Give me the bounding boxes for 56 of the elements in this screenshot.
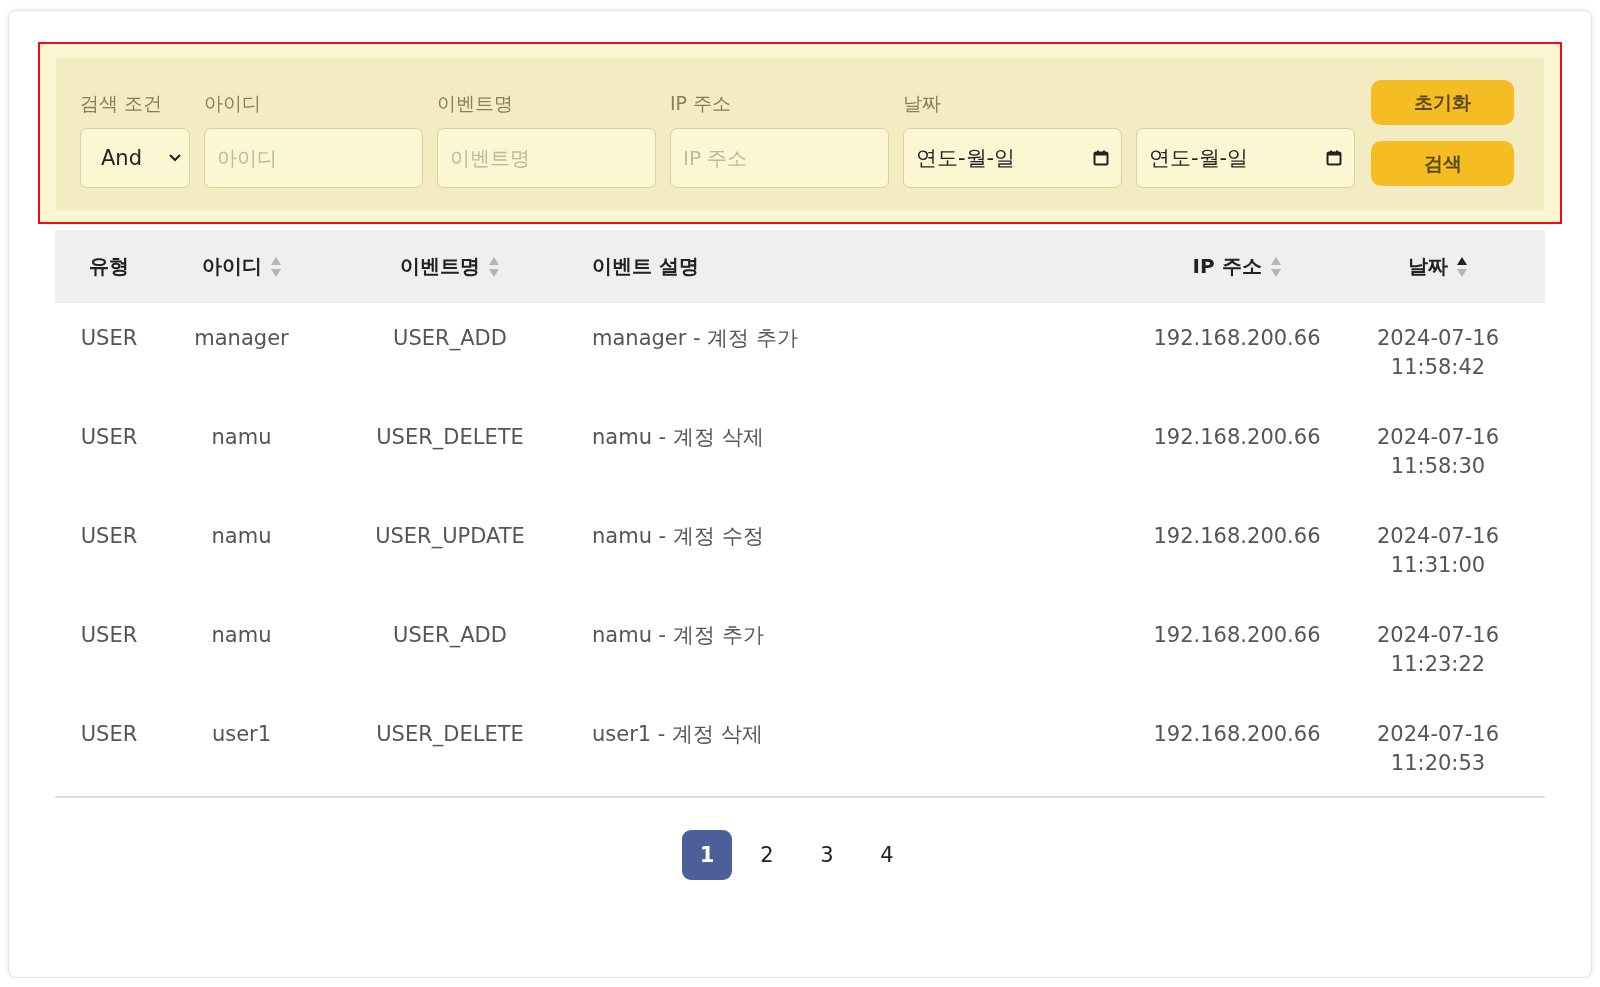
page-button[interactable]: 3 <box>802 830 852 880</box>
table-cell: namu - 계정 수정 <box>592 524 764 548</box>
table-cell: namu - 계정 삭제 <box>592 425 764 449</box>
column-header[interactable]: 아이디 <box>201 253 262 280</box>
column-header[interactable]: IP 주소 <box>1192 253 1262 280</box>
text-field[interactable]: 아이디 <box>204 128 423 188</box>
table-cell: USER <box>80 524 138 548</box>
table-cell: 192.168.200.66 <box>1153 524 1321 548</box>
table-cell: 2024-07-16 11:20:53 <box>1376 722 1499 775</box>
table-cell: namu <box>211 623 272 647</box>
table-cell: 192.168.200.66 <box>1153 722 1321 746</box>
column-header: 유형 <box>89 253 129 280</box>
table-cell: USER_DELETE <box>376 425 524 449</box>
table-cell: USER <box>80 722 138 746</box>
table-cell: namu <box>211 524 272 548</box>
table-cell: namu <box>211 425 272 449</box>
field-label: 아이디 <box>204 91 262 116</box>
table-cell: USER_DELETE <box>376 722 524 746</box>
field-label: 검색 조건 <box>80 91 164 116</box>
page-button[interactable]: 1 <box>682 830 732 880</box>
column-header[interactable]: 이벤트명 <box>400 253 480 280</box>
calendar-icon <box>1326 150 1342 166</box>
calendar-icon <box>1093 150 1109 166</box>
text-field[interactable]: IP 주소 <box>670 128 889 188</box>
field-label: 이벤트명 <box>437 91 514 116</box>
table-cell: USER <box>80 425 138 449</box>
condition-dropdown[interactable]: And <box>80 128 190 188</box>
column-header: 이벤트 설명 <box>592 253 699 280</box>
date-field[interactable]: 연도-월-일 <box>903 128 1122 188</box>
field-label: IP 주소 <box>670 91 733 116</box>
page-button[interactable]: 4 <box>862 830 912 880</box>
table-cell: USER <box>80 623 138 647</box>
action-button[interactable]: 초기화 <box>1371 80 1514 125</box>
table-cell: 2024-07-16 11:58:42 <box>1376 326 1499 379</box>
table-cell: USER_UPDATE <box>375 524 525 548</box>
column-header[interactable]: 날짜 <box>1408 253 1448 280</box>
table-cell: user1 - 계정 삭제 <box>592 722 763 746</box>
table-cell: manager <box>194 326 289 350</box>
table-cell: USER_ADD <box>393 326 507 350</box>
chevron-icon <box>169 154 181 162</box>
table-cell: 2024-07-16 11:58:30 <box>1376 425 1499 478</box>
table-cell: 2024-07-16 11:31:00 <box>1376 524 1499 577</box>
table-cell: USER_ADD <box>393 623 507 647</box>
table-cell: user1 <box>211 722 272 746</box>
page-button[interactable]: 2 <box>742 830 792 880</box>
table-cell: namu - 계정 추가 <box>592 623 764 647</box>
table-cell: USER <box>80 326 138 350</box>
action-button[interactable]: 검색 <box>1371 141 1514 186</box>
date-field[interactable]: 연도-월-일 <box>1136 128 1355 188</box>
table-cell: 192.168.200.66 <box>1153 326 1321 350</box>
field-label: 날짜 <box>903 91 942 116</box>
text-field[interactable]: 이벤트명 <box>437 128 656 188</box>
table-cell: 2024-07-16 11:23:22 <box>1376 623 1499 676</box>
table-cell: manager - 계정 추가 <box>592 326 798 350</box>
table-cell: 192.168.200.66 <box>1153 623 1321 647</box>
table-cell: 192.168.200.66 <box>1153 425 1321 449</box>
